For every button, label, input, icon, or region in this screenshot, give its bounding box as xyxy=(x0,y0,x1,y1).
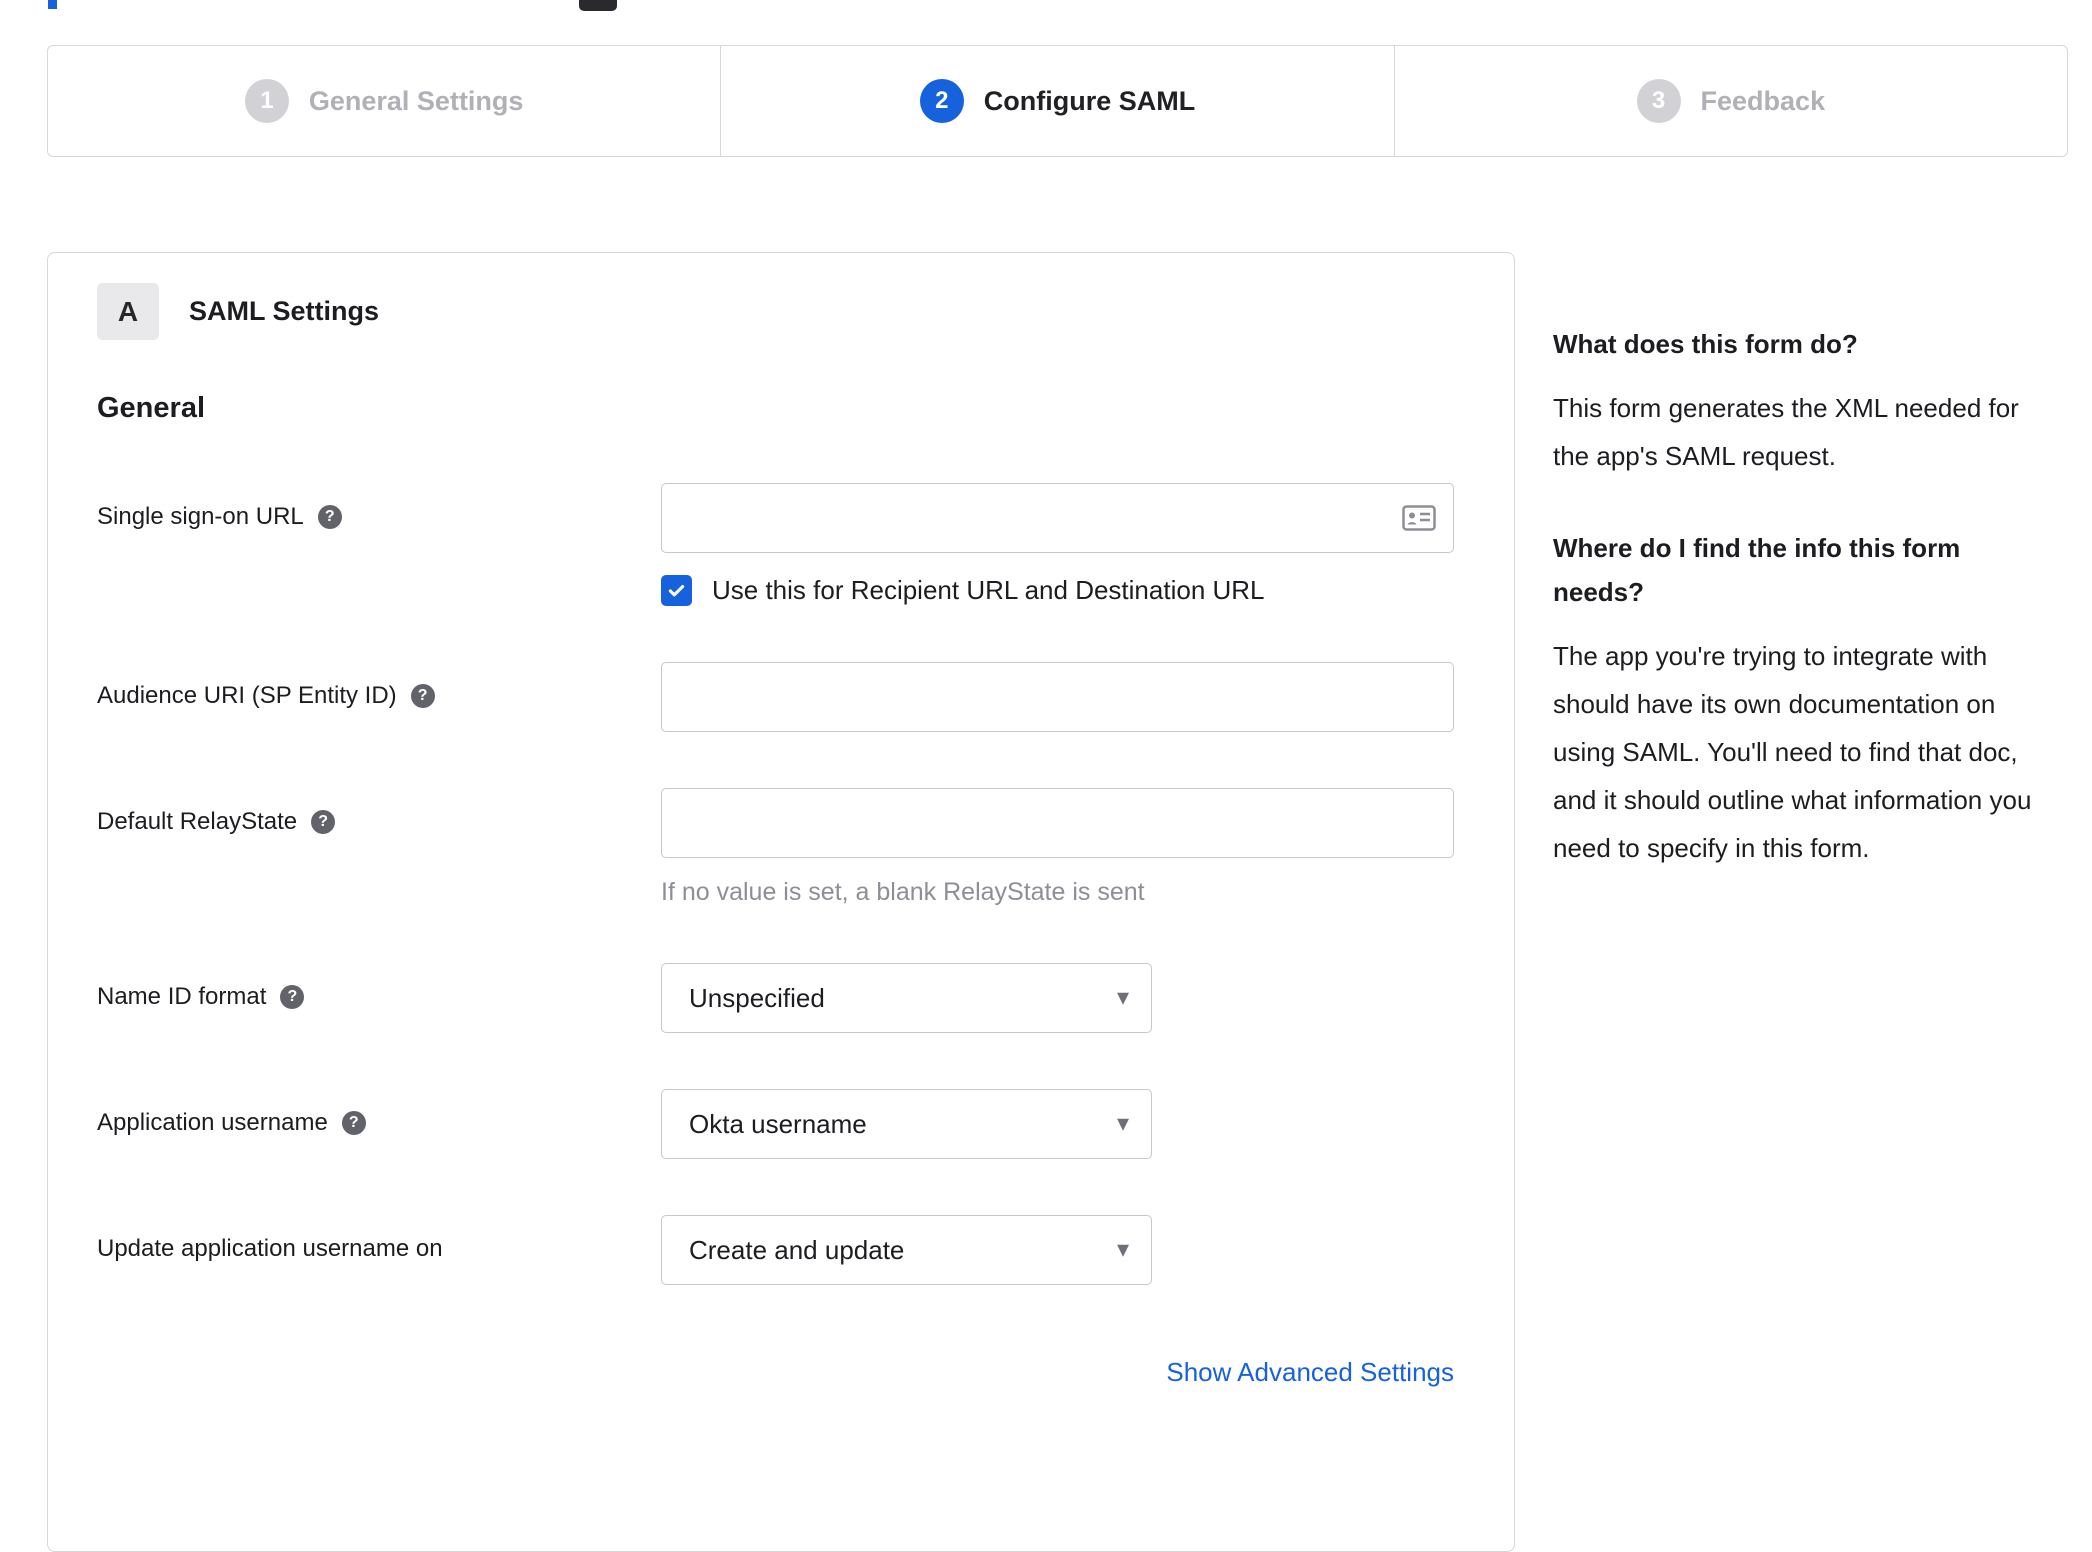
update-app-username-control: Create and update ▾ xyxy=(661,1215,1454,1285)
help-body-2: The app you're trying to integrate with … xyxy=(1553,641,2032,863)
step-label: General Settings xyxy=(308,85,524,116)
recipient-url-checkbox[interactable] xyxy=(661,575,692,606)
general-group-title: General xyxy=(97,392,205,424)
section-title: SAML Settings xyxy=(189,296,380,326)
step-feedback[interactable]: 3 Feedback xyxy=(1393,46,2067,156)
update-app-username-select[interactable]: Create and update ▾ xyxy=(661,1215,1152,1285)
step-label: Feedback xyxy=(1700,85,1826,116)
relay-state-input[interactable] xyxy=(661,788,1454,858)
field-row-update-app-username: Update application username on Create an… xyxy=(97,1215,1454,1285)
relay-state-hint: If no value is set, a blank RelayState i… xyxy=(661,878,1145,906)
step-label: Configure SAML xyxy=(983,85,1196,116)
field-label-text: Update application username on xyxy=(97,1235,443,1262)
step-general-settings[interactable]: 1 General Settings xyxy=(48,46,720,156)
step-number-badge: 3 xyxy=(1636,79,1681,123)
field-label-text: Single sign-on URL xyxy=(97,503,304,530)
step-number-badge: 2 xyxy=(919,79,964,123)
advanced-settings-row: Show Advanced Settings xyxy=(97,1357,1454,1388)
help-icon[interactable]: ? xyxy=(280,985,305,1009)
checkmark-icon xyxy=(668,584,685,597)
saml-form: Single sign-on URL ? Use this for Recipi… xyxy=(97,483,1454,1388)
audience-uri-input[interactable] xyxy=(661,662,1454,732)
audience-uri-label: Audience URI (SP Entity ID) ? xyxy=(97,662,661,710)
chevron-down-icon: ▾ xyxy=(1116,983,1129,1011)
name-id-format-control: Unspecified ▾ xyxy=(661,963,1454,1033)
sso-url-label: Single sign-on URL ? xyxy=(97,483,661,531)
sso-url-control: Use this for Recipient URL and Destinati… xyxy=(661,483,1454,606)
recipient-url-checkbox-row: Use this for Recipient URL and Destinati… xyxy=(661,575,1454,606)
select-value: Unspecified xyxy=(689,982,825,1013)
saml-settings-card: A SAML Settings General Single sign-on U… xyxy=(47,252,1515,1552)
field-label-text: Name ID format xyxy=(97,983,267,1010)
chevron-down-icon: ▾ xyxy=(1116,1235,1129,1263)
cropped-title-fragment xyxy=(48,0,57,9)
cropped-icon-fragment xyxy=(579,0,617,11)
app-username-label: Application username ? xyxy=(97,1089,661,1137)
section-a-badge: A xyxy=(97,283,159,340)
relay-state-label: Default RelayState ? xyxy=(97,788,661,836)
wizard-stepper: 1 General Settings 2 Configure SAML 3 Fe… xyxy=(47,45,2068,157)
field-row-audience-uri: Audience URI (SP Entity ID) ? xyxy=(97,662,1454,732)
field-label-text: Audience URI (SP Entity ID) xyxy=(97,682,397,709)
field-label-text: Default RelayState xyxy=(97,808,298,835)
field-label-text: Application username xyxy=(97,1109,328,1136)
app-username-control: Okta username ▾ xyxy=(661,1089,1454,1159)
help-heading-1: What does this form do? xyxy=(1553,329,1858,359)
help-icon[interactable]: ? xyxy=(311,810,336,834)
step-number-badge: 1 xyxy=(244,79,289,123)
help-icon[interactable]: ? xyxy=(317,505,342,529)
insert-variable-icon[interactable] xyxy=(1402,505,1436,531)
name-id-format-label: Name ID format ? xyxy=(97,963,661,1011)
relay-state-control: If no value is set, a blank RelayState i… xyxy=(661,788,1454,907)
help-heading-2: Where do I find the info this form needs… xyxy=(1553,533,1961,607)
help-icon[interactable]: ? xyxy=(410,684,435,708)
relay-state-input-wrap xyxy=(661,788,1454,858)
step-configure-saml[interactable]: 2 Configure SAML xyxy=(720,46,1393,156)
show-advanced-settings-link[interactable]: Show Advanced Settings xyxy=(1166,1357,1454,1388)
field-row-name-id-format: Name ID format ? Unspecified ▾ xyxy=(97,963,1454,1033)
recipient-url-checkbox-label: Use this for Recipient URL and Destinati… xyxy=(712,575,1265,605)
help-sidebar: What does this form do? This form genera… xyxy=(1553,322,2058,918)
sso-url-input-wrap xyxy=(661,483,1454,553)
chevron-down-icon: ▾ xyxy=(1116,1109,1129,1137)
select-value: Okta username xyxy=(689,1108,867,1139)
field-row-sso-url: Single sign-on URL ? Use this for Recipi… xyxy=(97,483,1454,606)
help-icon[interactable]: ? xyxy=(341,1111,366,1135)
update-app-username-label: Update application username on xyxy=(97,1215,661,1263)
select-value: Create and update xyxy=(689,1234,905,1265)
saml-settings-header: A SAML Settings xyxy=(97,283,1454,340)
audience-uri-input-wrap xyxy=(661,662,1454,732)
name-id-format-select[interactable]: Unspecified ▾ xyxy=(661,963,1152,1033)
field-row-app-username: Application username ? Okta username ▾ xyxy=(97,1089,1454,1159)
sso-url-input[interactable] xyxy=(661,483,1454,553)
audience-uri-control xyxy=(661,662,1454,732)
help-body-1: This form generates the XML needed for t… xyxy=(1553,393,2019,471)
app-username-select[interactable]: Okta username ▾ xyxy=(661,1089,1152,1159)
field-row-relay-state: Default RelayState ? If no value is set,… xyxy=(97,788,1454,907)
